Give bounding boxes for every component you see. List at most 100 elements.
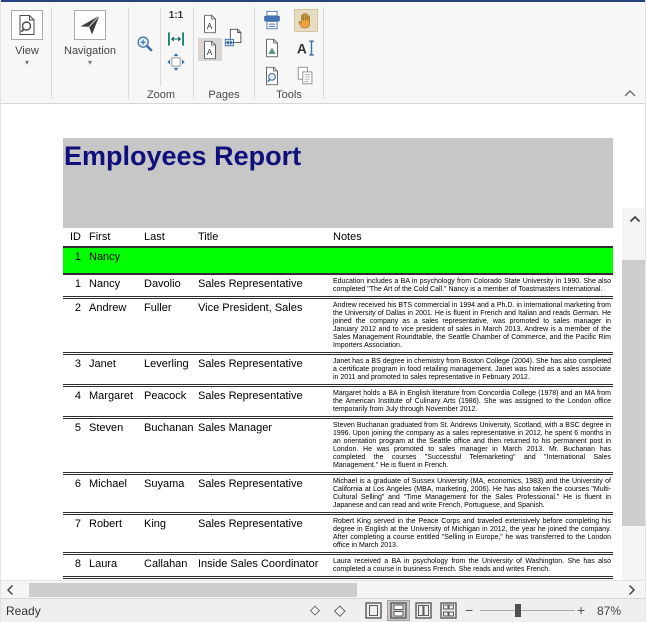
cell-id: 8: [63, 557, 89, 576]
paper-plane-icon: [74, 10, 106, 40]
pages-group-label: Pages: [195, 89, 253, 101]
zoom-out-button[interactable]: −: [465, 602, 473, 618]
cell-notes: Robert King served in the Peace Corps an…: [333, 517, 613, 552]
vertical-scrollbar[interactable]: [622, 208, 645, 580]
copy-pages-icon: [295, 65, 317, 87]
status-text: Ready: [6, 604, 41, 618]
table-row: 3 Janet Leverling Sales Representative J…: [63, 355, 613, 387]
scroll-left-button[interactable]: [1, 581, 19, 599]
cell-last: King: [144, 517, 198, 552]
diamond-marker-icon[interactable]: ◇: [334, 601, 346, 619]
cell-first: Andrew: [89, 301, 144, 352]
table-row: 1 Nancy Davolio Sales Representative Edu…: [63, 275, 613, 299]
report-title: Employees Report: [63, 138, 613, 172]
fit-width-button[interactable]: [164, 27, 188, 50]
print-button[interactable]: [260, 9, 284, 32]
cell-first: Steven: [89, 421, 144, 472]
zoom-slider-thumb[interactable]: [515, 604, 521, 617]
cell-id: 4: [63, 389, 89, 416]
scroll-right-button[interactable]: [623, 581, 641, 599]
horizontal-scrollbar[interactable]: [1, 580, 645, 598]
navigation-group: Navigation ▾: [53, 2, 127, 103]
two-pages-side-view-button[interactable]: [412, 600, 435, 621]
cell-last: Callahan: [144, 557, 198, 576]
column-header-last: Last: [144, 231, 198, 243]
table-row: 2 Andrew Fuller Vice President, Sales An…: [63, 299, 613, 355]
cell-notes: Margaret holds a BA in English literatur…: [333, 389, 613, 416]
zoom-actual-button[interactable]: 1:1: [164, 4, 188, 27]
four-pages-grid-icon: [440, 602, 457, 619]
page-portrait-button[interactable]: A: [198, 12, 222, 35]
cell-title: Sales Representative: [198, 277, 333, 296]
horizontal-scroll-thumb[interactable]: [29, 583, 357, 597]
cell-last: Peacock: [144, 389, 198, 416]
page-export-icon: [262, 37, 282, 59]
cell-last: Buchanan: [144, 421, 198, 472]
table-row: 8 Laura Callahan Inside Sales Coordinato…: [63, 555, 613, 579]
cell-title: Inside Sales Coordinator: [198, 557, 333, 576]
printer-icon: [261, 9, 283, 31]
page-search-icon: [262, 65, 282, 87]
fit-page-button[interactable]: [164, 50, 188, 73]
svg-text:A: A: [207, 47, 213, 57]
zoom-slider-track[interactable]: [480, 610, 575, 611]
copy-button[interactable]: [294, 65, 318, 88]
tools-group: A: [256, 2, 322, 103]
table-header-row: ID First Last Title Notes: [63, 228, 613, 248]
view-group: View ▾: [4, 2, 50, 103]
four-pages-view-button[interactable]: [437, 600, 460, 621]
zoom-group: 1:1: [130, 2, 192, 103]
two-pages-side-icon: [415, 602, 432, 619]
diamond-marker-icon[interactable]: ◇: [310, 602, 320, 618]
page-layout-switcher: [362, 600, 460, 621]
vertical-scroll-thumb[interactable]: [622, 260, 645, 526]
export-document-button[interactable]: [260, 37, 284, 60]
column-header-notes: Notes: [333, 231, 613, 243]
mini-separator: [160, 8, 161, 86]
view-button[interactable]: View ▾: [7, 4, 47, 66]
text-select-button[interactable]: A: [294, 37, 318, 60]
zoom-in-button[interactable]: +: [577, 602, 585, 618]
column-header-id: ID: [63, 231, 89, 243]
text-cursor-icon: A: [295, 37, 317, 59]
print-preview-window: View ▾ Navigation ▾: [0, 0, 646, 622]
pages-arrange-icon: [223, 27, 245, 49]
zoom-group-label: Zoom: [130, 89, 192, 101]
two-pages-vertical-icon: [390, 602, 407, 619]
hand-tool-button[interactable]: [294, 9, 318, 32]
single-page-view-button[interactable]: [362, 600, 385, 621]
cell-id: 3: [63, 357, 89, 384]
pages-group: A A: [195, 2, 253, 103]
page-setup-button[interactable]: [222, 26, 246, 49]
column-header-title: Title: [198, 231, 333, 243]
cell-id: 5: [63, 421, 89, 472]
two-pages-vertical-view-button[interactable]: [387, 600, 410, 621]
cell-first: Nancy: [89, 250, 144, 273]
navigation-button[interactable]: Navigation ▾: [56, 4, 124, 66]
page-landscape-button[interactable]: A: [198, 38, 222, 61]
search-document-button[interactable]: [260, 65, 284, 88]
cell-title: Sales Manager: [198, 421, 333, 472]
group-separator: [51, 7, 52, 99]
cell-last: Suyama: [144, 477, 198, 512]
table-row: 7 Robert King Sales Representative Rober…: [63, 515, 613, 555]
cell-title: Sales Representative: [198, 357, 333, 384]
scroll-up-button[interactable]: [622, 210, 645, 228]
highlighted-row[interactable]: 1 Nancy: [63, 248, 613, 275]
cell-notes: Michael is a graduate of Sussex Universi…: [333, 477, 613, 512]
tools-group-label: Tools: [256, 89, 322, 101]
document-preview-icon: [11, 10, 43, 40]
cell-notes: Janet has a BS degree in chemistry from …: [333, 357, 613, 384]
chevron-down-icon: ▾: [25, 60, 29, 66]
cell-notes: Laura received a BA in psychology from t…: [333, 557, 613, 576]
report-preview-area[interactable]: Employees Report ID First Last Title Not…: [1, 104, 645, 580]
svg-text:A: A: [207, 21, 213, 31]
cell-title: Vice President, Sales: [198, 301, 333, 352]
ribbon-collapse-button[interactable]: [621, 86, 639, 100]
cell-title: Sales Representative: [198, 477, 333, 512]
zoom-button[interactable]: [133, 32, 157, 55]
cell-notes: Steven Buchanan graduated from St. Andre…: [333, 421, 613, 472]
page-portrait-icon: A: [200, 13, 220, 35]
cell-title: Sales Representative: [198, 517, 333, 552]
fit-page-icon: [166, 52, 186, 72]
